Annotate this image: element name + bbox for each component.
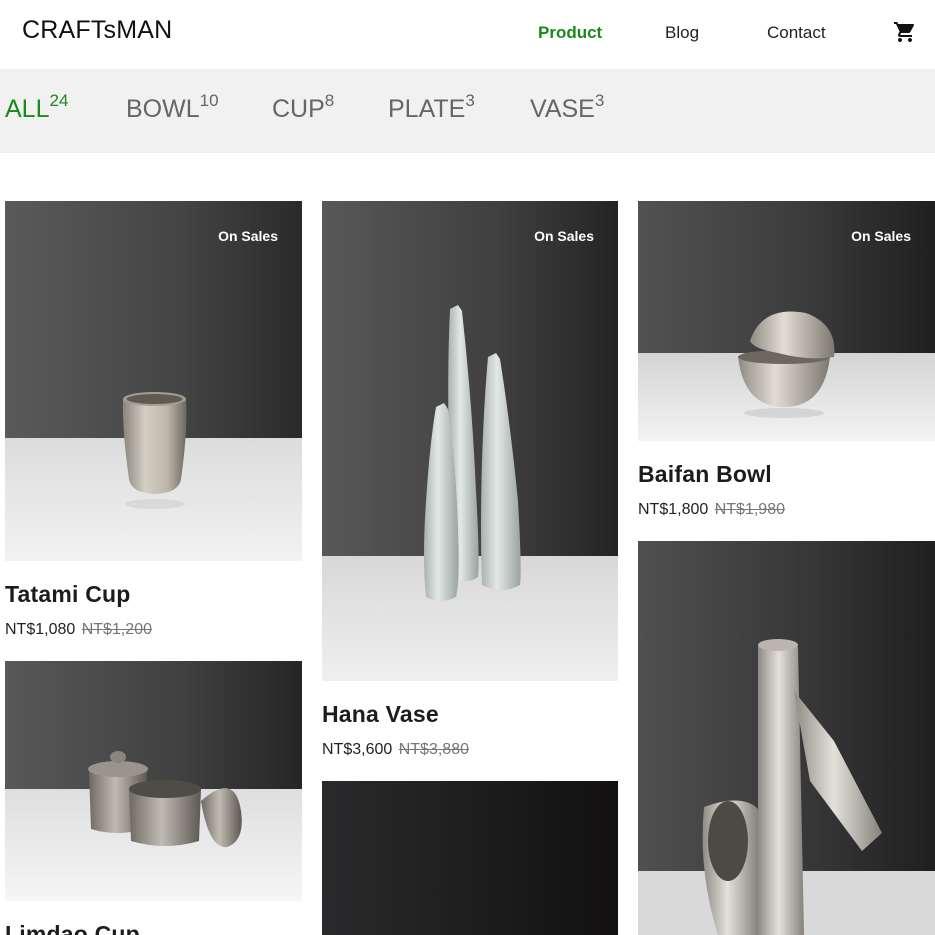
product-card-limdao-cup[interactable]: Limdao Cup — [5, 661, 302, 935]
category-count: 3 — [594, 91, 605, 110]
product-photo[interactable]: On Sales — [322, 201, 618, 681]
category-cup[interactable]: CUP8 — [272, 92, 334, 124]
nav-product-link[interactable]: Product — [538, 23, 602, 43]
product-card-hana-vase[interactable]: On Sales Hana Vase NT$3,600 NT$3,880 — [322, 201, 618, 761]
product-price: NT$3,600 NT$3,880 — [322, 741, 469, 759]
product-card[interactable] — [322, 781, 618, 935]
nav-contact-link[interactable]: Contact — [767, 23, 826, 43]
category-count: 3 — [465, 91, 475, 110]
product-price: NT$1,800 NT$1,980 — [638, 501, 785, 519]
category-bowl[interactable]: BOWL10 — [126, 92, 219, 124]
sale-badge: On Sales — [534, 228, 594, 244]
sale-price: NT$3,600 — [322, 741, 393, 758]
product-photo[interactable]: On Sales — [638, 201, 935, 441]
sale-price: NT$1,800 — [638, 501, 709, 518]
product-card-tatami-cup[interactable]: On Sales Tatami Cup NT$1,080 NT$1,200 — [5, 201, 302, 641]
original-price: NT$1,200 — [81, 621, 152, 638]
product-photo[interactable] — [322, 781, 618, 935]
sale-badge: On Sales — [218, 228, 278, 244]
category-vase[interactable]: VASE3 — [530, 92, 604, 124]
sale-price: NT$1,080 — [5, 621, 76, 638]
product-name[interactable]: Tatami Cup — [5, 581, 131, 608]
original-price: NT$3,880 — [398, 741, 469, 758]
nav-blog-link[interactable]: Blog — [665, 23, 699, 43]
category-count: 24 — [49, 91, 69, 110]
product-name[interactable]: Baifan Bowl — [638, 461, 772, 488]
site-header: CRAFTsMAN Product Blog Contact — [0, 0, 935, 69]
product-photo[interactable]: On Sales — [5, 201, 302, 561]
product-name[interactable]: Limdao Cup — [5, 921, 140, 935]
shopping-cart-icon[interactable] — [893, 20, 917, 44]
product-card-baifan-bowl[interactable]: On Sales Baifan Bowl NT$1,800 NT$1,980 — [638, 201, 935, 521]
category-count: 8 — [324, 91, 335, 110]
product-price: NT$1,080 NT$1,200 — [5, 621, 152, 639]
category-label: VASE — [530, 95, 595, 123]
product-card[interactable] — [638, 541, 935, 935]
category-label: ALL — [5, 95, 50, 123]
product-name[interactable]: Hana Vase — [322, 701, 439, 728]
category-label: PLATE — [388, 95, 466, 123]
product-photo[interactable] — [638, 541, 935, 935]
sale-badge: On Sales — [851, 228, 911, 244]
category-label: BOWL — [126, 95, 200, 123]
category-filter-bar: ALL24 BOWL10 CUP8 PLATE3 VASE3 — [0, 69, 935, 153]
category-plate[interactable]: PLATE3 — [388, 92, 475, 124]
brand-logo[interactable]: CRAFTsMAN — [22, 16, 172, 45]
original-price: NT$1,980 — [714, 501, 785, 518]
category-label: CUP — [272, 95, 325, 123]
category-count: 10 — [199, 91, 219, 110]
product-photo[interactable] — [5, 661, 302, 901]
category-all[interactable]: ALL24 — [5, 92, 68, 124]
